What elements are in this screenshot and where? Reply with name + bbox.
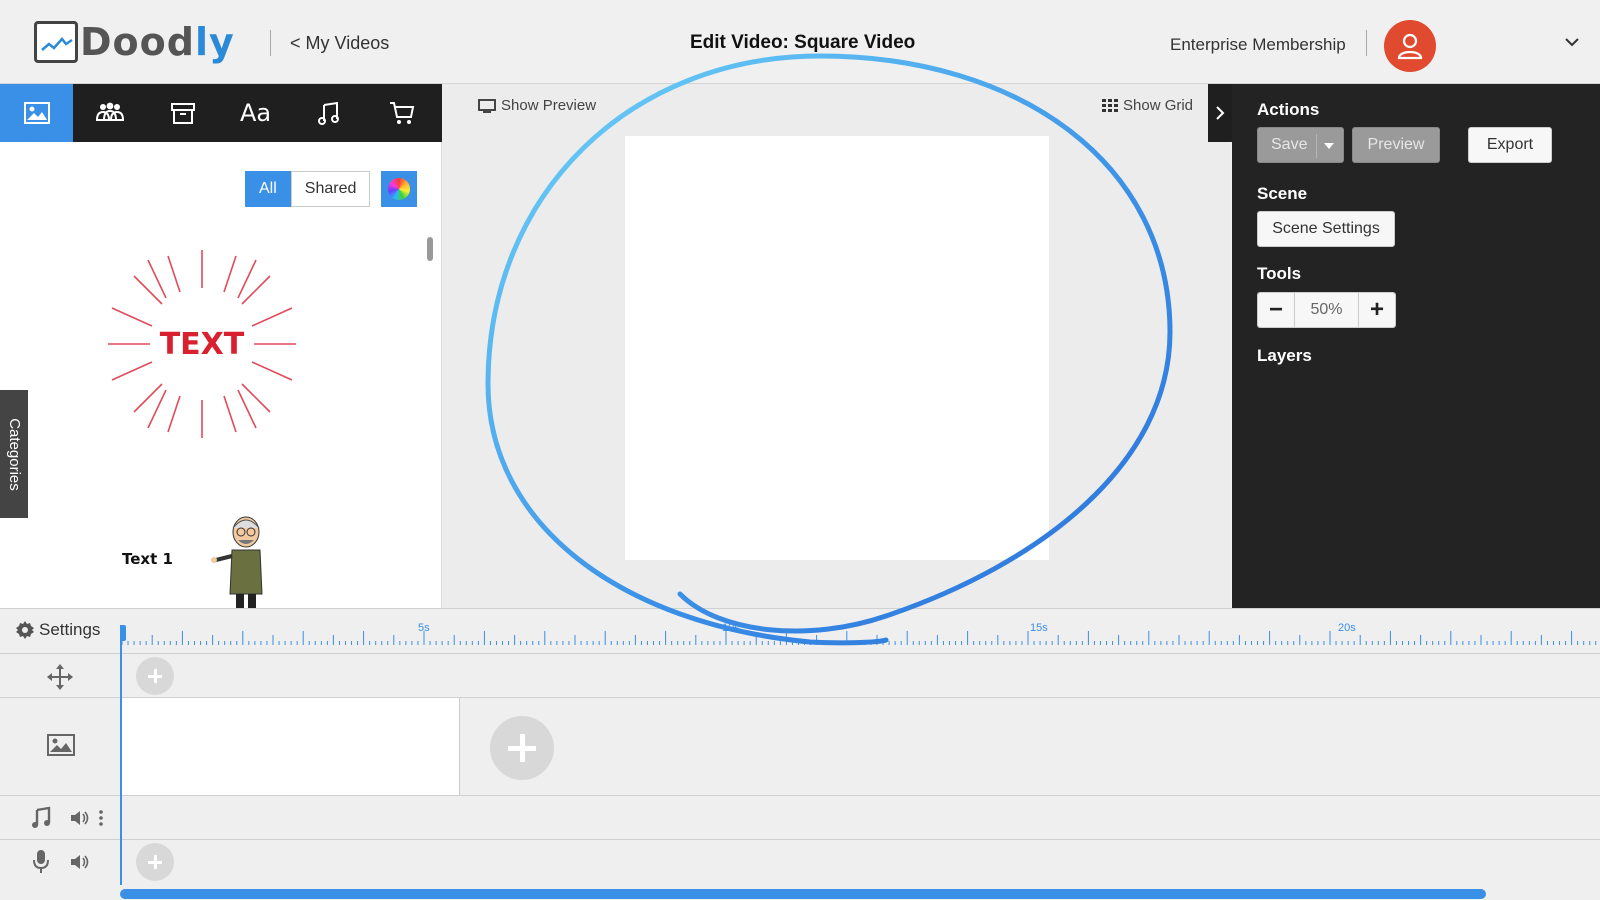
tab-characters[interactable] (73, 84, 146, 142)
volume-icon[interactable] (70, 854, 90, 870)
asset-character-label: Text 1 (122, 550, 173, 568)
layers-heading: Layers (1257, 346, 1312, 365)
ruler-mark-10s: 10s (722, 622, 740, 634)
playhead[interactable] (120, 625, 122, 885)
doodly-logo[interactable]: Doodly (34, 16, 235, 68)
collapse-right-panel[interactable] (1208, 84, 1232, 142)
chevron-right-icon (1216, 106, 1225, 120)
logo-wordmark: Doodly (80, 20, 235, 64)
scene-canvas[interactable] (625, 136, 1049, 560)
header-divider (270, 30, 271, 56)
asset-text-burst[interactable]: TEXT (104, 246, 300, 442)
show-preview-toggle[interactable]: Show Preview (478, 97, 596, 114)
caret-down-icon[interactable] (1324, 143, 1334, 149)
tab-music[interactable] (292, 84, 365, 142)
add-voiceover-button[interactable] (136, 843, 174, 881)
music-icon (317, 101, 339, 125)
voiceover-track (0, 839, 1600, 883)
user-icon (1397, 33, 1423, 60)
zoom-in-button[interactable]: + (1359, 293, 1395, 327)
my-videos-link[interactable]: < My Videos (290, 33, 389, 54)
timeline: Settings 5s 10s 15s 20s (0, 608, 1600, 900)
tab-props[interactable] (146, 84, 219, 142)
actions-heading: Actions (1257, 100, 1320, 119)
preview-button[interactable]: Preview (1352, 127, 1440, 163)
scene-clip[interactable] (122, 698, 460, 796)
tools-heading: Tools (1257, 264, 1302, 283)
color-filter-button[interactable] (381, 171, 417, 207)
zoom-control: − 50% + (1257, 292, 1396, 328)
image-icon (47, 734, 75, 756)
music-track (0, 795, 1600, 839)
membership-label: Enterprise Membership (1170, 35, 1346, 54)
text-icon: Aa (239, 99, 272, 127)
scene-settings-button[interactable]: Scene Settings (1257, 211, 1395, 247)
asset-text-burst-label: TEXT (160, 327, 245, 362)
logo-board-icon (34, 21, 78, 63)
categories-tab[interactable]: Categories (0, 390, 28, 518)
archive-icon (170, 103, 195, 124)
move-icon (47, 664, 73, 690)
timeline-ruler[interactable] (120, 609, 1600, 653)
panel-scrollbar[interactable] (427, 237, 433, 261)
plus-icon (508, 734, 536, 762)
page-title: Edit Video: Square Video (690, 32, 916, 53)
tab-store[interactable] (365, 84, 438, 142)
ruler-mark-15s: 15s (1030, 622, 1048, 634)
zoom-value: 50% (1294, 293, 1359, 327)
scene-track (0, 697, 1600, 796)
export-button[interactable]: Export (1468, 127, 1552, 163)
top-header: Doodly < My Videos Edit Video: Square Vi… (0, 0, 1600, 84)
gear-icon (16, 621, 34, 639)
scene-heading: Scene (1257, 184, 1308, 203)
save-button[interactable]: Save (1257, 127, 1344, 163)
user-avatar[interactable] (1384, 20, 1436, 72)
timeline-settings[interactable]: Settings (15, 620, 100, 640)
asset-panel: All Shared Categories TEXT Text 1 (0, 142, 442, 608)
filter-all[interactable]: All (245, 171, 291, 207)
ruler-mark-5s: 5s (418, 622, 430, 634)
add-motion-button[interactable] (136, 657, 174, 695)
grid-icon (1102, 98, 1118, 112)
add-scene-button[interactable] (490, 716, 554, 780)
old-man-character-icon (211, 516, 263, 608)
ruler-mark-20s: 20s (1338, 622, 1356, 634)
microphone-icon (32, 850, 50, 874)
monitor-icon (478, 98, 496, 113)
properties-panel: Actions Save Preview Export Scene Scene … (1232, 84, 1600, 608)
tab-text[interactable]: Aa (219, 84, 292, 142)
music-note-icon (30, 806, 52, 830)
color-wheel-icon (388, 178, 410, 200)
asset-character-text[interactable]: Text 1 (112, 514, 292, 608)
volume-icon[interactable] (70, 810, 90, 826)
tab-images[interactable] (0, 84, 73, 146)
doodly-editor: Doodly < My Videos Edit Video: Square Vi… (0, 0, 1600, 900)
motion-track (0, 653, 1600, 697)
cart-icon (389, 102, 414, 124)
playhead-handle[interactable] (120, 625, 126, 641)
more-options-icon[interactable] (99, 810, 103, 826)
chevron-down-icon[interactable] (1564, 34, 1580, 52)
asset-toolbar: Aa (0, 84, 464, 146)
plus-icon (148, 669, 162, 683)
zoom-out-button[interactable]: − (1258, 293, 1294, 327)
image-icon (23, 102, 50, 124)
characters-icon (95, 102, 124, 121)
filter-shared[interactable]: Shared (290, 171, 371, 207)
show-grid-toggle[interactable]: Show Grid (1102, 97, 1193, 114)
timeline-scrollbar[interactable] (120, 889, 1486, 899)
plus-icon (148, 855, 162, 869)
asset-filter: All Shared (245, 171, 371, 207)
header-divider (1366, 30, 1367, 56)
